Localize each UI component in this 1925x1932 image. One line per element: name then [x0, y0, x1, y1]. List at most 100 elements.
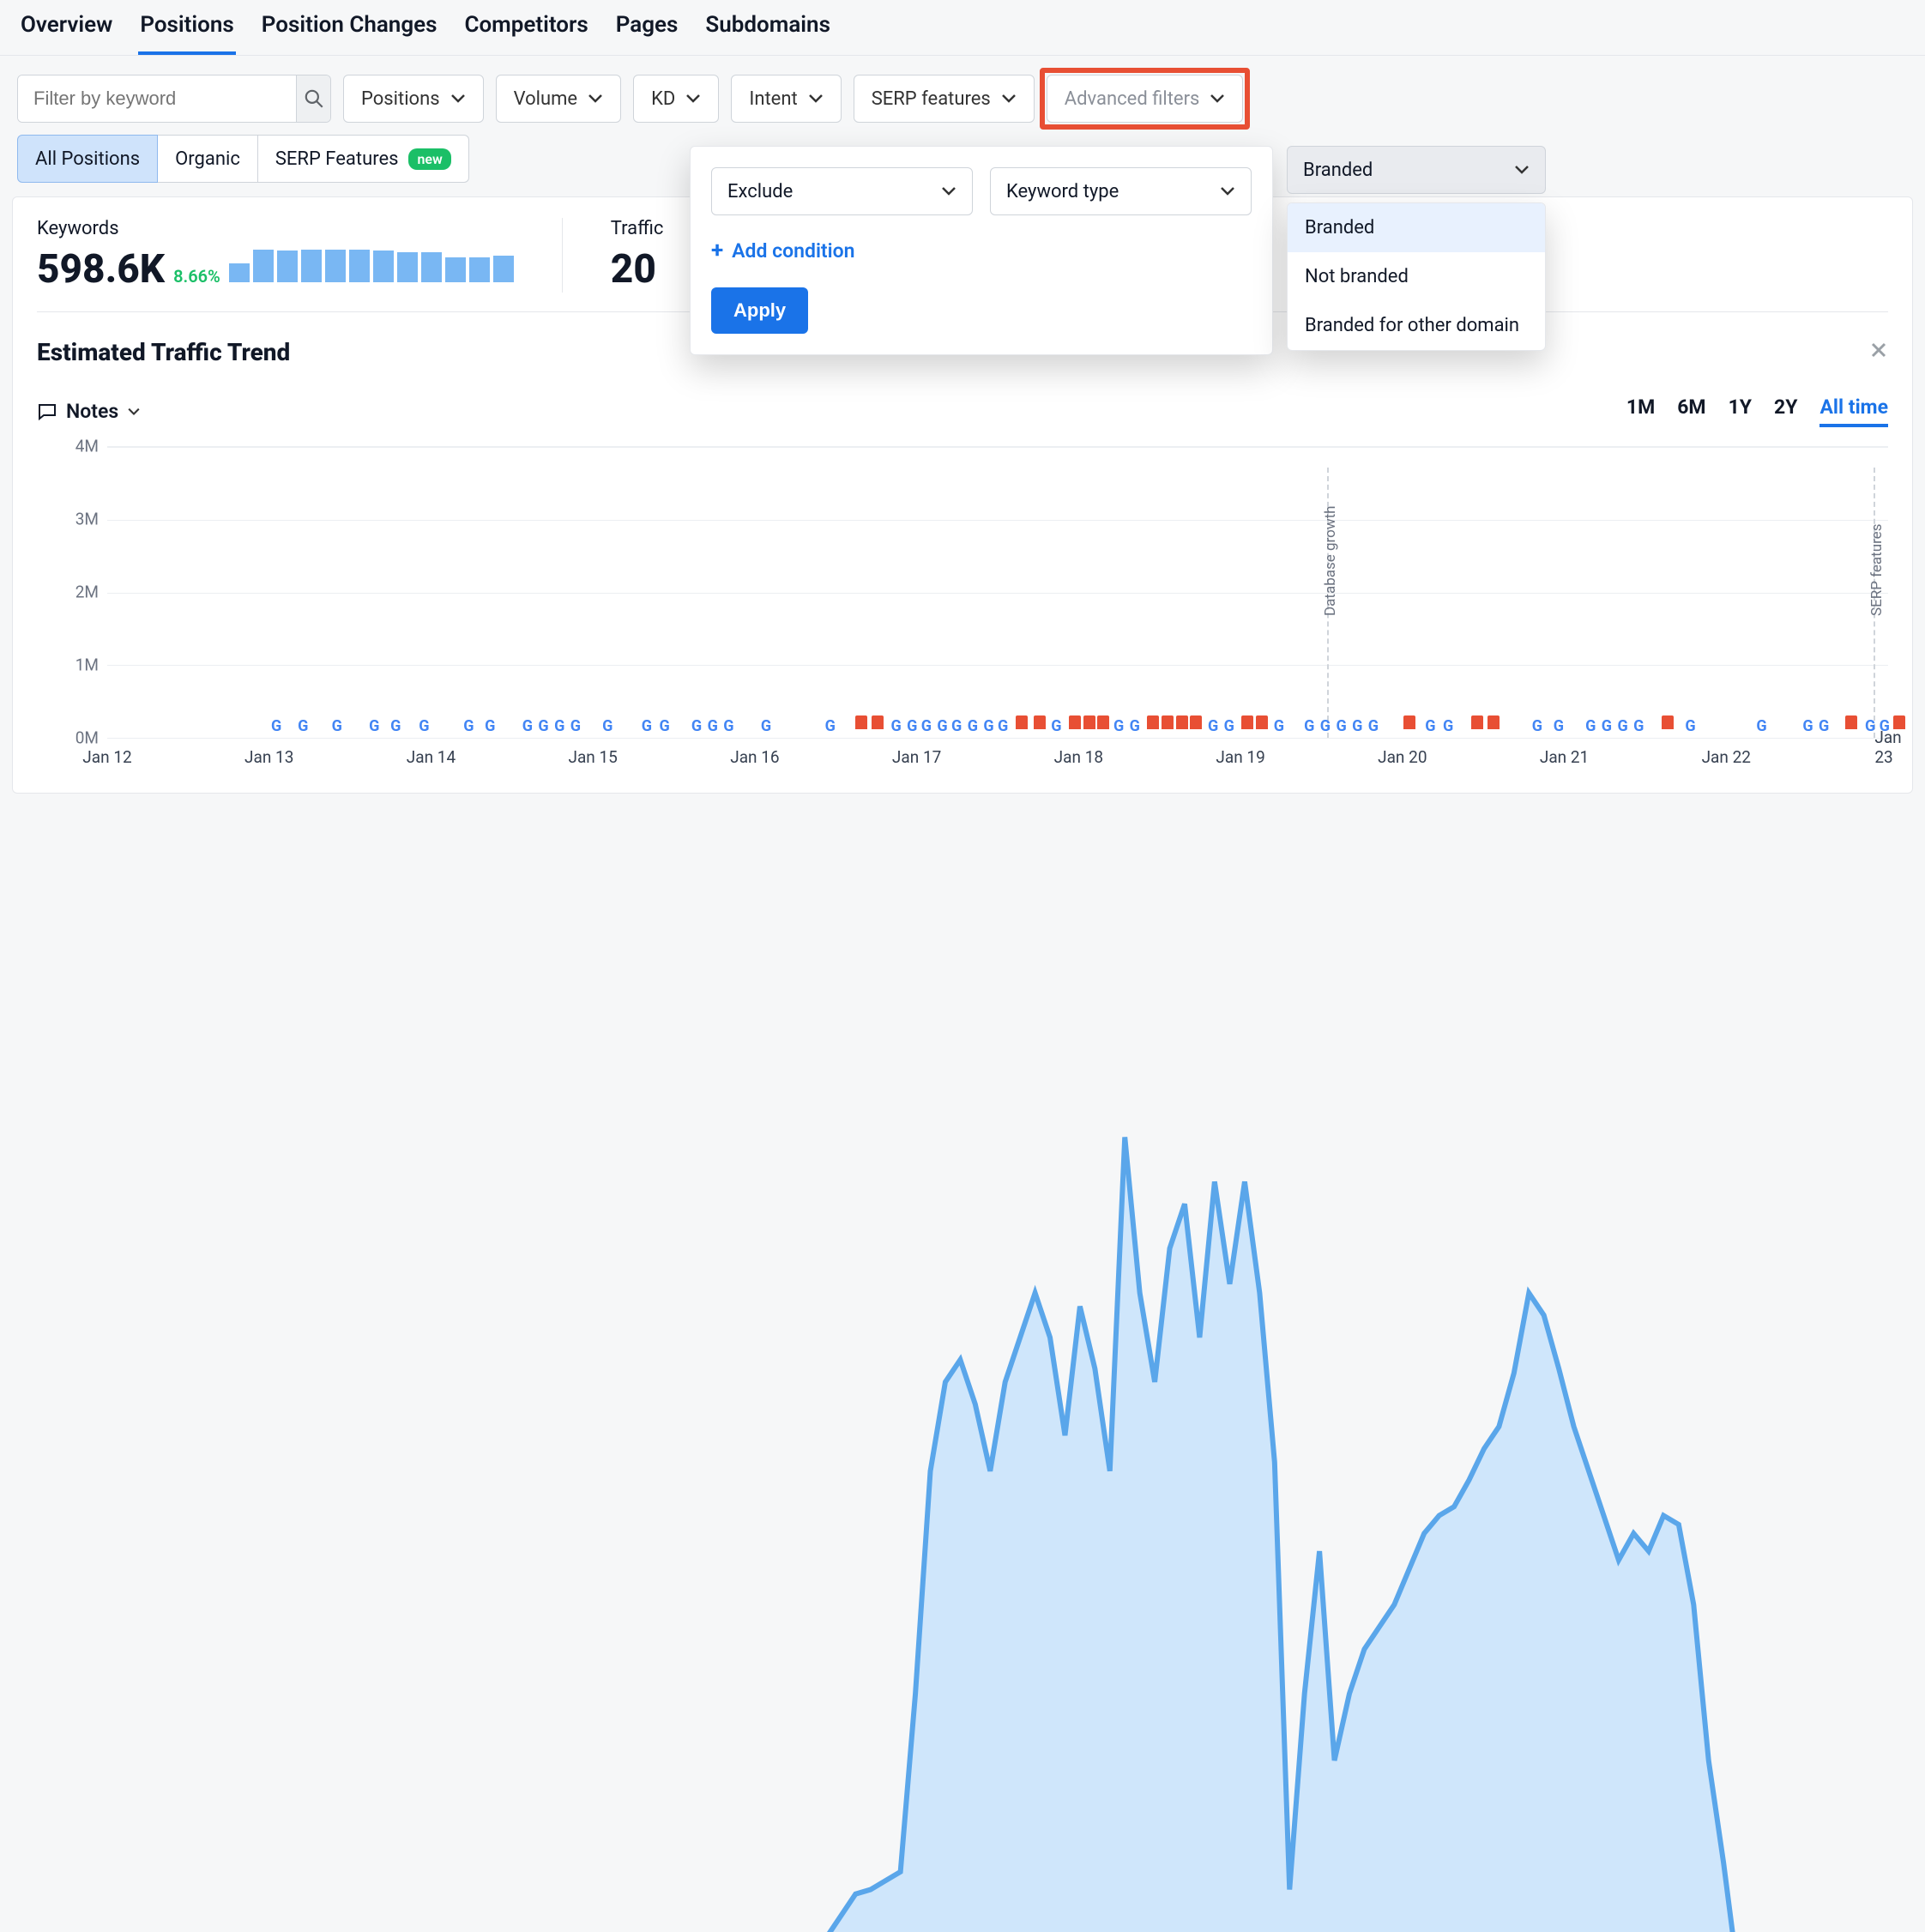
filters-row: PositionsVolumeKDIntent SERP features Adv… [0, 56, 1925, 133]
chevron-down-icon [1220, 186, 1235, 196]
range-1m[interactable]: 1M [1626, 395, 1655, 427]
chart-icon-band: GGGGGGGGGGGGGGGGGGGGGGGGGGGGGGGGGGGGGGGG… [107, 712, 1888, 738]
chevron-down-icon [1210, 94, 1225, 104]
spark-bar [421, 252, 442, 282]
filter-serp-features[interactable]: SERP features [854, 75, 1035, 123]
chevron-down-icon [941, 186, 956, 196]
spark-bar [277, 251, 298, 282]
y-axis: 0M1M2M3M4M [37, 446, 107, 738]
new-badge: new [408, 148, 450, 170]
chevron-down-icon [685, 94, 701, 104]
filter-field-label: Keyword type [1006, 181, 1119, 202]
range-1y[interactable]: 1Y [1729, 395, 1752, 427]
advanced-filters-popover: Exclude Keyword type + Add condition App… [690, 146, 1273, 355]
x-tick: Jan 20 [1378, 747, 1427, 767]
notes-label: Notes [66, 400, 118, 423]
apply-button[interactable]: Apply [711, 287, 808, 334]
search-icon [303, 88, 325, 110]
search-button[interactable] [296, 75, 330, 122]
x-tick: Jan 13 [244, 747, 293, 767]
advanced-filters-button[interactable]: Advanced filters [1047, 75, 1244, 123]
add-condition-button[interactable]: + Add condition [711, 238, 1252, 263]
filter-action-select[interactable]: Exclude [711, 167, 973, 215]
chart-area-svg [107, 447, 1888, 1932]
top-tabs: Overview Positions Position Changes Competi… [0, 0, 1925, 56]
tab-subdomains[interactable]: Subdomains [703, 12, 832, 55]
branded-option[interactable]: Not branded [1288, 252, 1545, 301]
metric-label: Keywords [37, 218, 514, 239]
metric-label: Traffic [611, 218, 664, 239]
metric-value: 20 [611, 246, 656, 293]
x-tick: Jan 23 [1874, 728, 1901, 767]
spark-bar [493, 256, 514, 282]
filter-positions[interactable]: Positions [343, 75, 484, 123]
spark-bar [445, 257, 466, 282]
chevron-down-icon [450, 94, 466, 104]
plus-icon: + [711, 238, 723, 263]
filter-intent[interactable]: Intent [731, 75, 841, 123]
grid-line [107, 665, 1888, 666]
range-6m[interactable]: 6M [1677, 395, 1705, 427]
branded-select[interactable]: Branded [1287, 146, 1546, 194]
advanced-filters-wrap: Advanced filters [1047, 75, 1244, 123]
segment-serp-features[interactable]: SERP Featuresnew [258, 135, 469, 183]
time-ranges: 1M 6M 1Y 2Y All time [1626, 395, 1888, 427]
keyword-search [17, 75, 331, 123]
notes-icon [37, 401, 57, 422]
tab-position-changes[interactable]: Position Changes [260, 12, 439, 55]
spark-bar [373, 251, 394, 282]
filter-field-select[interactable]: Keyword type [990, 167, 1252, 215]
range-2y[interactable]: 2Y [1774, 395, 1797, 427]
branded-option[interactable]: Branded [1288, 203, 1545, 252]
chevron-down-icon [1001, 94, 1017, 104]
x-tick: Jan 16 [730, 747, 779, 767]
chart-plot[interactable]: Database growthSERP features [107, 446, 1888, 738]
branded-option[interactable]: Branded for other domain [1288, 301, 1545, 350]
grid-line [107, 593, 1888, 594]
close-icon [1869, 341, 1888, 359]
spark-bar [469, 257, 490, 282]
segment-all-positions[interactable]: All Positions [17, 135, 158, 183]
x-tick: Jan 15 [568, 747, 617, 767]
x-tick: Jan 22 [1702, 747, 1751, 767]
tab-competitors[interactable]: Competitors [462, 12, 589, 55]
tab-positions[interactable]: Positions [138, 12, 235, 55]
grid-line [107, 520, 1888, 521]
y-tick: 2M [75, 583, 99, 602]
x-tick: Jan 12 [82, 747, 131, 767]
tab-pages[interactable]: Pages [614, 12, 680, 55]
sparkline [229, 248, 514, 282]
keyword-input[interactable] [18, 75, 296, 122]
filter-kd[interactable]: KD [633, 75, 719, 123]
y-tick: 1M [75, 655, 99, 675]
branded-dropdown: BrandedNot brandedBranded for other doma… [1287, 202, 1546, 351]
notes-toggle[interactable]: Notes [37, 400, 141, 423]
advanced-filters-label: Advanced filters [1065, 88, 1200, 110]
y-tick: 0M [75, 728, 99, 748]
close-button[interactable] [1869, 341, 1888, 365]
add-condition-label: Add condition [732, 239, 854, 263]
branded-select-wrap: Branded BrandedNot brandedBranded for ot… [1287, 146, 1546, 351]
segment-organic[interactable]: Organic [158, 135, 258, 183]
chevron-down-icon [588, 94, 603, 104]
filter-volume[interactable]: Volume [496, 75, 622, 123]
y-tick: 4M [75, 437, 99, 456]
x-tick: Jan 21 [1540, 747, 1589, 767]
filter-action-label: Exclude [727, 181, 793, 202]
chart-controls: Notes 1M 6M 1Y 2Y All time [37, 395, 1888, 427]
spark-bar [301, 250, 322, 282]
tab-overview[interactable]: Overview [19, 12, 114, 55]
spark-bar [253, 250, 274, 282]
chart-title: Estimated Traffic Trend [37, 338, 290, 366]
y-tick: 3M [75, 510, 99, 529]
spark-bar [397, 252, 418, 282]
chart-area: 0M1M2M3M4M Database growthSERP features … [37, 446, 1888, 772]
chart-annotation-label: Database growth [1322, 505, 1339, 616]
spark-bar [325, 250, 346, 282]
metric-delta: 8.66% [173, 266, 220, 287]
x-tick: Jan 14 [407, 747, 456, 767]
range-all-time[interactable]: All time [1819, 395, 1888, 427]
chevron-down-icon [808, 94, 824, 104]
spark-bar [229, 263, 250, 282]
metric-keywords: Keywords 598.6K 8.66% [37, 218, 514, 293]
